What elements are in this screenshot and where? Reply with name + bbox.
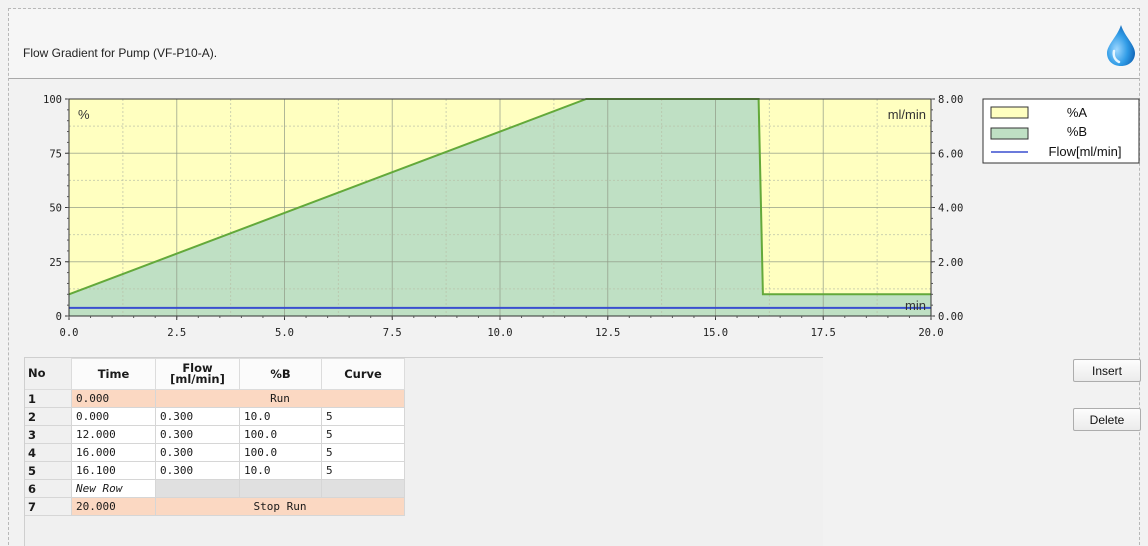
flow-cell[interactable]: 0.300 (155, 443, 240, 462)
delete-button[interactable]: Delete (1073, 408, 1141, 431)
flow-cell[interactable]: 0.300 (155, 425, 240, 444)
pct-b-cell[interactable]: 10.0 (239, 461, 322, 480)
time-cell[interactable]: 0.000 (71, 389, 156, 408)
legend-label-a: %A (1067, 105, 1088, 120)
gradient-table-area: No Time Flow [ml/min] %B Curve 1 0.000 R… (24, 357, 823, 546)
y-right-tick-label: 6.00 (938, 148, 963, 160)
row-number: 1 (25, 389, 72, 408)
curve-cell[interactable]: 5 (321, 407, 405, 426)
new-row-cell[interactable]: New Row (71, 479, 156, 498)
legend-swatch-a (990, 106, 1029, 119)
flow-cell[interactable] (155, 479, 240, 498)
x-tick-label: 10.0 (487, 327, 512, 339)
legend-label-b: %B (1067, 124, 1087, 139)
table-row[interactable]: 7 20.000 Stop Run (25, 497, 405, 516)
curve-cell[interactable]: 5 (321, 461, 405, 480)
curve-cell[interactable]: 5 (321, 425, 405, 444)
y-left-tick-label: 100 (43, 94, 62, 106)
y-left-unit-label: % (78, 107, 90, 122)
table-row[interactable]: 5 16.100 0.300 10.0 5 (25, 461, 405, 480)
x-tick-label: 20.0 (918, 327, 943, 339)
time-cell[interactable]: 0.000 (71, 407, 156, 426)
x-unit-label: min (905, 298, 926, 313)
flow-cell[interactable]: 0.300 (155, 407, 240, 426)
y-left-tick-label: 50 (49, 203, 62, 215)
table-row[interactable]: 1 0.000 Run (25, 389, 405, 408)
y-right-tick-label: 4.00 (938, 203, 963, 215)
y-right-tick-label: 2.00 (938, 257, 963, 269)
column-header-pct-b[interactable]: %B (239, 358, 322, 390)
window-title: Flow Gradient for Pump (VF-P10-A). (23, 46, 218, 60)
row-number: 7 (25, 497, 72, 516)
water-drop-icon (1107, 25, 1135, 66)
event-cell[interactable]: Run (155, 389, 405, 408)
legend-swatch-b (990, 127, 1029, 140)
time-cell[interactable]: 16.000 (71, 443, 156, 462)
gradient-table: No Time Flow [ml/min] %B Curve 1 0.000 R… (25, 358, 405, 516)
row-number: 4 (25, 443, 72, 462)
y-right-unit-label: ml/min (888, 107, 926, 122)
header-bar: Flow Gradient for Pump (VF-P10-A). (9, 9, 1139, 79)
pct-b-cell[interactable]: 10.0 (239, 407, 322, 426)
table-row[interactable]: 3 12.000 0.300 100.0 5 (25, 425, 405, 444)
insert-button[interactable]: Insert (1073, 359, 1141, 382)
time-cell[interactable]: 12.000 (71, 425, 156, 444)
y-left-tick-label: 0 (56, 311, 62, 323)
table-row[interactable]: 4 16.000 0.300 100.0 5 (25, 443, 405, 462)
new-row[interactable]: 6 New Row (25, 479, 405, 498)
row-number: 3 (25, 425, 72, 444)
pct-b-cell[interactable]: 100.0 (239, 443, 322, 462)
row-number: 6 (25, 479, 72, 498)
gradient-chart: 0.0 2.5 5.0 7.5 10.0 12.5 15.0 17.5 20.0 0 25 50 75 1… (43, 94, 1140, 339)
column-header-flow[interactable]: Flow [ml/min] (155, 358, 240, 390)
x-tick-label: 2.5 (167, 327, 186, 339)
y-right-tick-label: 0.00 (938, 311, 963, 323)
y-left-tick-label: 25 (49, 257, 62, 269)
x-tick-label: 7.5 (383, 327, 402, 339)
y-left-tick-label: 75 (49, 148, 62, 160)
row-number: 2 (25, 407, 72, 426)
time-cell[interactable]: 16.100 (71, 461, 156, 480)
x-tick-label: 17.5 (811, 327, 836, 339)
row-number: 5 (25, 461, 72, 480)
table-header-row: No Time Flow [ml/min] %B Curve (25, 358, 405, 390)
column-header-curve[interactable]: Curve (321, 358, 405, 390)
curve-cell[interactable] (321, 479, 405, 498)
x-tick-label: 15.0 (703, 327, 728, 339)
curve-cell[interactable]: 5 (321, 443, 405, 462)
pct-b-cell[interactable]: 100.0 (239, 425, 322, 444)
time-cell[interactable]: 20.000 (71, 497, 156, 516)
x-tick-label: 12.5 (595, 327, 620, 339)
x-tick-label: 0.0 (60, 327, 79, 339)
y-right-tick-label: 8.00 (938, 94, 963, 106)
column-header-no: No (25, 358, 72, 390)
event-cell[interactable]: Stop Run (155, 497, 405, 516)
table-row[interactable]: 2 0.000 0.300 10.0 5 (25, 407, 405, 426)
legend-label-flow: Flow[ml/min] (1049, 144, 1122, 159)
flow-cell[interactable]: 0.300 (155, 461, 240, 480)
x-tick-label: 5.0 (275, 327, 294, 339)
pct-b-cell[interactable] (239, 479, 322, 498)
column-header-time[interactable]: Time (71, 358, 156, 390)
